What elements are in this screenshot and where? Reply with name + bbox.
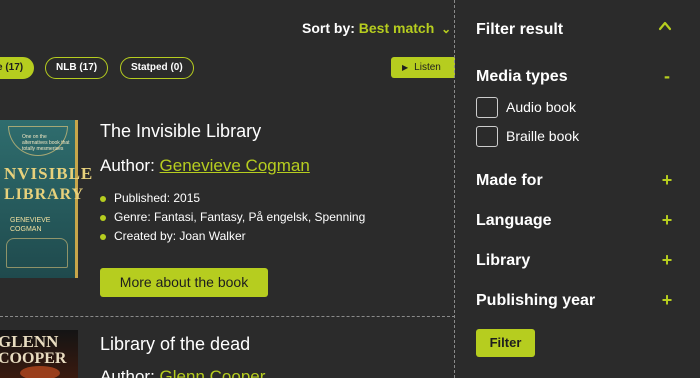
cover-title-line: NVISIBLE xyxy=(4,164,94,183)
author-link[interactable]: Glenn Cooper xyxy=(160,367,266,378)
cover-author-line: COOPER xyxy=(0,350,67,367)
facet-pill-statped[interactable]: Statped (0) xyxy=(120,57,194,79)
braille-book-checkbox[interactable] xyxy=(476,126,498,147)
section-language[interactable]: Language xyxy=(476,212,552,230)
more-about-book-button[interactable]: More about the book xyxy=(100,268,268,297)
section-media-types[interactable]: Media types xyxy=(476,68,568,86)
expand-library-icon[interactable]: + xyxy=(660,250,674,271)
cover-author: GENEVIEVE COGMAN xyxy=(10,216,50,234)
list-item: Published: 2015 xyxy=(100,191,365,207)
cover-author-line: GENEVIEVE xyxy=(10,217,51,224)
listen-label: Listen xyxy=(414,62,441,73)
author-label: Author: xyxy=(100,156,155,175)
cover-illustration xyxy=(6,238,68,268)
list-item: Genre: Fantasi, Fantasy, På engelsk, Spe… xyxy=(100,210,365,226)
book-title[interactable]: The Invisible Library xyxy=(100,121,261,142)
sort-value[interactable]: Best match xyxy=(359,20,434,36)
results-panel: Sort by: Best match ⌄ e (17) NLB (17) St… xyxy=(0,0,455,378)
result-divider xyxy=(0,316,455,317)
cover-title-line: LIBRARY xyxy=(4,186,85,203)
cover-author-line: GLENN xyxy=(0,332,59,351)
collapse-media-types-icon[interactable]: - xyxy=(660,66,674,87)
fact-created-by: Created by: Joan Walker xyxy=(114,229,246,243)
cover-illustration xyxy=(20,366,60,378)
play-icon: ▶ xyxy=(402,63,409,72)
book-author: Author: Glenn Cooper xyxy=(100,367,265,378)
fact-published: Published: 2015 xyxy=(114,191,201,205)
book-facts: Published: 2015 Genre: Fantasi, Fantasy,… xyxy=(100,191,365,248)
author-link[interactable]: Genevieve Cogman xyxy=(160,156,310,175)
facet-pill-first[interactable]: e (17) xyxy=(0,57,35,79)
filter-button[interactable]: Filter xyxy=(476,329,535,357)
sort-label: Sort by: xyxy=(302,20,355,36)
filter-title: Filter result xyxy=(476,21,564,38)
listen-button[interactable]: ▶ Listen xyxy=(391,57,455,78)
cover-blurb: One on the alternatives book that totall… xyxy=(22,134,70,152)
cover-author-line: COGMAN xyxy=(10,226,42,233)
section-publishing-year[interactable]: Publishing year xyxy=(476,292,595,310)
book-title[interactable]: Library of the dead xyxy=(100,334,250,355)
expand-publishing-year-icon[interactable]: + xyxy=(660,290,674,311)
section-made-for[interactable]: Made for xyxy=(476,172,543,190)
chevron-down-icon[interactable]: ⌄ xyxy=(441,22,451,36)
fact-genre: Genre: Fantasi, Fantasy, På engelsk, Spe… xyxy=(114,210,366,224)
chevron-up-icon[interactable] xyxy=(658,19,672,33)
filter-sidebar: Filter result Media types - Audio book B… xyxy=(455,0,700,378)
book-cover[interactable]: One on the alternatives book that totall… xyxy=(0,120,92,278)
list-item: Created by: Joan Walker xyxy=(100,229,365,245)
audio-book-checkbox[interactable] xyxy=(476,97,498,118)
facet-pill-nlb[interactable]: NLB (17) xyxy=(45,57,109,79)
bullet-icon xyxy=(100,195,106,202)
sort-control[interactable]: Sort by: Best match ⌄ xyxy=(302,20,451,36)
book-cover[interactable]: GLENN COOPER xyxy=(0,330,78,378)
expand-made-for-icon[interactable]: + xyxy=(660,170,674,191)
bullet-icon xyxy=(100,233,106,240)
book-author: Author: Genevieve Cogman xyxy=(100,156,310,176)
bullet-icon xyxy=(100,214,106,221)
expand-language-icon[interactable]: + xyxy=(660,210,674,231)
audio-book-label[interactable]: Audio book xyxy=(506,99,576,115)
section-library[interactable]: Library xyxy=(476,252,530,270)
braille-book-label[interactable]: Braille book xyxy=(506,128,579,144)
author-label: Author: xyxy=(100,367,155,378)
